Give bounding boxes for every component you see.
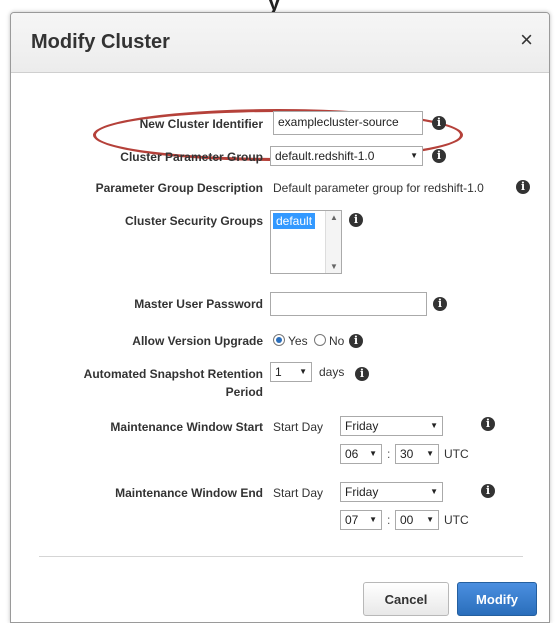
- snapshot-retention-label: Automated Snapshot Retention Period: [41, 365, 263, 401]
- chevron-down-icon: ▼: [299, 367, 307, 376]
- maint-start-minute-value: 30: [400, 447, 414, 461]
- maint-start-label: Maintenance Window Start: [110, 420, 263, 434]
- version-upgrade-info-icon[interactable]: i: [349, 334, 363, 348]
- time-separator: :: [387, 447, 391, 461]
- scroll-down-icon[interactable]: ▼: [330, 262, 338, 271]
- version-upgrade-yes-radio[interactable]: [273, 334, 285, 346]
- maint-end-day-select[interactable]: Friday ▼: [340, 482, 443, 502]
- parameter-group-label: Cluster Parameter Group: [120, 150, 263, 164]
- dialog-header: Modify Cluster ×: [11, 13, 549, 73]
- master-password-info-icon[interactable]: i: [433, 297, 447, 311]
- master-password-input[interactable]: [270, 292, 427, 316]
- snapshot-retention-label-line1: Automated Snapshot Retention: [83, 367, 263, 381]
- maint-end-day-value: Friday: [345, 485, 379, 499]
- chevron-down-icon: ▼: [430, 421, 438, 430]
- maint-start-timezone: UTC: [444, 447, 469, 461]
- security-groups-listbox[interactable]: default ▲ ▼: [270, 210, 342, 274]
- maint-start-info-icon[interactable]: i: [481, 417, 495, 431]
- snapshot-retention-select[interactable]: 1 ▼: [270, 362, 312, 382]
- modify-cluster-dialog: Modify Cluster × New Cluster Identifier …: [10, 12, 550, 623]
- maint-end-hour-select[interactable]: 07 ▼: [340, 510, 382, 530]
- cluster-identifier-input[interactable]: examplecluster-source: [273, 111, 423, 135]
- chevron-down-icon: ▼: [426, 515, 434, 524]
- maint-end-hour-value: 07: [345, 513, 359, 527]
- security-groups-label: Cluster Security Groups: [124, 214, 263, 228]
- snapshot-retention-unit: days: [319, 365, 345, 379]
- snapshot-retention-info-icon[interactable]: i: [355, 367, 369, 381]
- cluster-identifier-info-icon[interactable]: i: [432, 116, 446, 130]
- cancel-button[interactable]: Cancel: [363, 582, 449, 616]
- maint-end-minute-select[interactable]: 00 ▼: [395, 510, 439, 530]
- maint-end-minute-value: 00: [400, 513, 414, 527]
- maint-start-day-value: Friday: [345, 419, 379, 433]
- snapshot-retention-label-line2: Period: [225, 385, 263, 399]
- time-separator: :: [387, 513, 391, 527]
- version-upgrade-label: Allow Version Upgrade: [132, 334, 263, 348]
- chevron-down-icon: ▼: [430, 487, 438, 496]
- maint-end-timezone: UTC: [444, 513, 469, 527]
- maint-start-minute-select[interactable]: 30 ▼: [395, 444, 439, 464]
- version-upgrade-yes-label[interactable]: Yes: [288, 334, 308, 348]
- master-password-label: Master User Password: [134, 297, 263, 311]
- parameter-group-description-info-icon[interactable]: i: [516, 180, 530, 194]
- parameter-group-select[interactable]: default.redshift-1.0 ▼: [270, 146, 423, 166]
- parameter-group-description-label: Parameter Group Description: [95, 181, 263, 195]
- dialog-title: Modify Cluster: [31, 31, 170, 53]
- version-upgrade-no-label[interactable]: No: [329, 334, 344, 348]
- snapshot-retention-value: 1: [275, 365, 282, 379]
- parameter-group-info-icon[interactable]: i: [432, 149, 446, 163]
- chevron-down-icon: ▼: [410, 151, 418, 160]
- maint-start-hour-value: 06: [345, 447, 359, 461]
- maint-start-hour-select[interactable]: 06 ▼: [340, 444, 382, 464]
- chevron-down-icon: ▼: [369, 449, 377, 458]
- chevron-down-icon: ▼: [426, 449, 434, 458]
- maint-start-day-label: Start Day: [273, 420, 324, 434]
- scroll-up-icon[interactable]: ▲: [330, 213, 338, 222]
- maint-end-label: Maintenance Window End: [115, 486, 263, 500]
- maint-end-info-icon[interactable]: i: [481, 484, 495, 498]
- maint-start-day-select[interactable]: Friday ▼: [340, 416, 443, 436]
- close-icon[interactable]: ×: [520, 29, 533, 51]
- footer-divider: [39, 556, 523, 557]
- version-upgrade-no-radio[interactable]: [314, 334, 326, 346]
- maint-end-day-label: Start Day: [273, 486, 324, 500]
- security-group-option-selected[interactable]: default: [273, 213, 316, 229]
- chevron-down-icon: ▼: [369, 515, 377, 524]
- security-groups-info-icon[interactable]: i: [349, 213, 363, 227]
- cluster-identifier-label: New Cluster Identifier: [139, 117, 263, 131]
- parameter-group-description-value: Default parameter group for redshift-1.0: [273, 181, 484, 195]
- parameter-group-value: default.redshift-1.0: [275, 149, 375, 163]
- modify-button[interactable]: Modify: [457, 582, 537, 616]
- listbox-scrollbar[interactable]: ▲ ▼: [325, 211, 341, 273]
